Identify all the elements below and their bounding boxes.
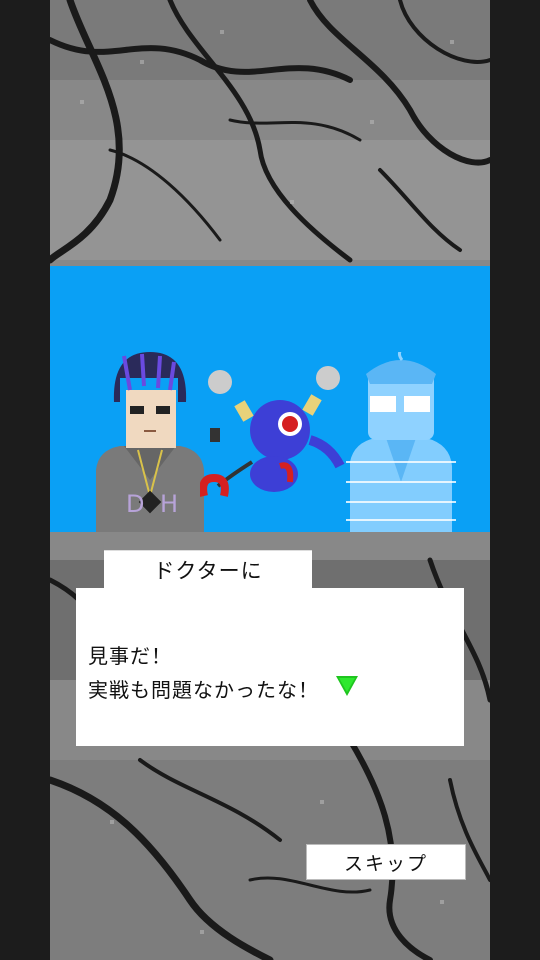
speaker-name-box: ドクターに [104, 550, 312, 589]
skip-button[interactable]: スキップ [306, 844, 466, 880]
left-letterbox [0, 0, 50, 960]
next-arrow-icon[interactable] [336, 676, 358, 696]
dialog-line-2: 実戦も問題なかったな！ [88, 678, 319, 702]
right-letterbox [490, 0, 540, 960]
character-scene-panel: D H [50, 266, 490, 532]
dialog-box[interactable]: 見事だ！ 実戦も問題なかったな！ [76, 588, 464, 746]
svg-text:D: D [126, 490, 144, 518]
boy-character: D H [96, 352, 204, 532]
speaker-name: ドクターに [153, 559, 263, 583]
robot-character [200, 366, 345, 497]
skip-button-label: スキップ [343, 852, 428, 875]
doctor-hologram [346, 352, 456, 532]
svg-text:H: H [160, 490, 178, 518]
dialog-line-1: 見事だ！ [88, 644, 172, 668]
